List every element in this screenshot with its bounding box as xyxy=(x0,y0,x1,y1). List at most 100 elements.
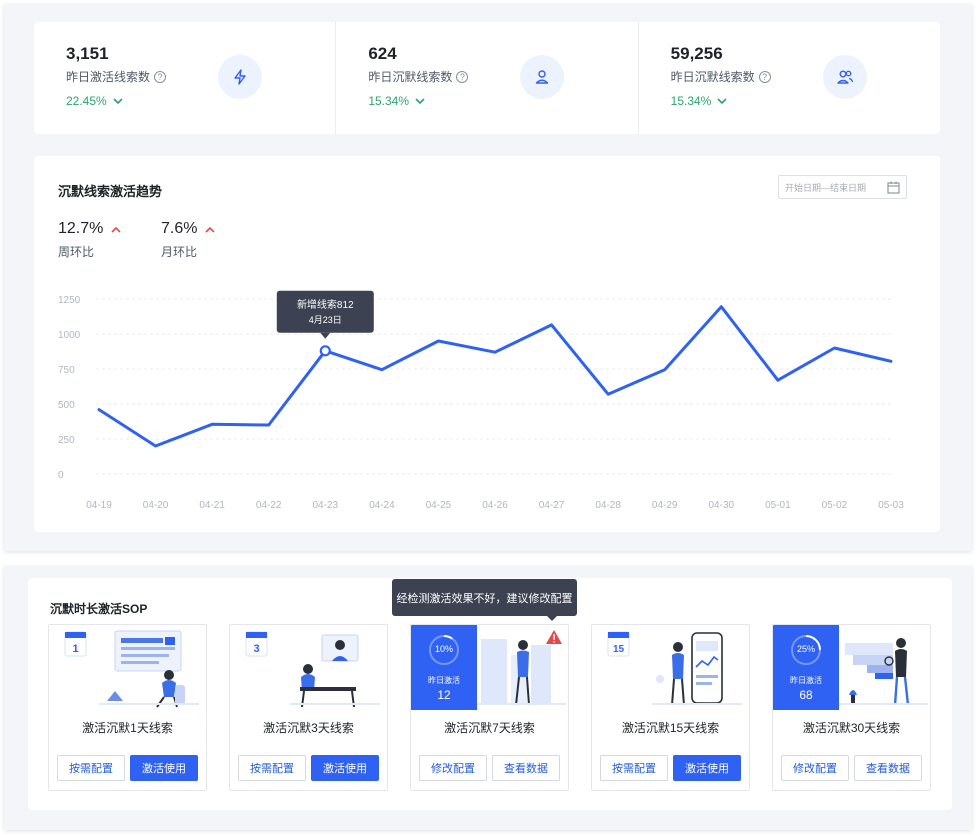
x-tick-label: 04-24 xyxy=(369,500,395,511)
help-icon[interactable]: ? xyxy=(758,70,771,83)
data-point[interactable] xyxy=(548,321,556,329)
stat-change: 22.45% xyxy=(66,94,107,108)
chevron-down-icon xyxy=(717,97,727,104)
data-point[interactable] xyxy=(378,366,386,374)
stat-label: 昨日激活线索数 xyxy=(66,70,151,84)
data-point[interactable] xyxy=(774,376,782,384)
sop-item-name: 激活沉默15天线索 xyxy=(621,721,720,735)
x-tick-label: 04-28 xyxy=(595,500,621,511)
chevron-down-icon xyxy=(415,97,425,104)
x-tick-label: 04-19 xyxy=(86,500,112,511)
progress-percent: 25% xyxy=(796,644,815,654)
sop-item-name: 激活沉默3天线索 xyxy=(263,721,354,735)
stat-value: 59,256 xyxy=(670,44,723,63)
series-line xyxy=(97,305,893,448)
activate-button[interactable]: 激活使用 xyxy=(130,755,198,781)
sop-item-name: 激活沉默1天线索 xyxy=(82,721,173,735)
active-data-point[interactable] xyxy=(319,345,331,357)
x-tick-label: 04-30 xyxy=(708,500,734,511)
view-data-button[interactable]: 查看数据 xyxy=(854,755,922,781)
y-tick-label: 1250 xyxy=(58,295,81,306)
calendar-badge-number: 1 xyxy=(72,643,78,655)
stats-card: 3,151 昨日激活线索数 ? 22.45% 624 昨日沉默线索数 ? 15.… xyxy=(34,22,940,134)
stat-box-label: 昨日激活 xyxy=(790,676,822,685)
sop-illustration: 15 xyxy=(592,625,749,710)
edit-config-button[interactable]: 修改配置 xyxy=(781,755,849,781)
x-tick-label: 04-29 xyxy=(652,500,678,511)
trend-line-chart: 0 250 500 750 1000 1250 04-19 04-20 04-21 04-22 04… xyxy=(58,290,904,511)
data-point[interactable] xyxy=(887,357,895,365)
sop-item-name: 激活沉默7天线索 xyxy=(444,721,535,735)
progress-percent: 10% xyxy=(434,644,453,654)
edit-config-button[interactable]: 修改配置 xyxy=(419,755,487,781)
data-point[interactable] xyxy=(95,406,103,414)
activation-stat-box: 25% 昨日激活 68 xyxy=(773,625,839,710)
x-tick-label: 04-22 xyxy=(256,500,282,511)
x-tick-label: 04-25 xyxy=(426,500,452,511)
x-tick-label: 05-03 xyxy=(878,500,904,511)
activation-stat-box: 10% 昨日激活 12 xyxy=(411,625,477,710)
sop-item-3-day: 3 激活沉默3天线索 按需配置 激活使用 xyxy=(229,624,388,791)
data-point[interactable] xyxy=(152,442,160,450)
x-tick-label: 04-27 xyxy=(539,500,565,511)
sop-item-15-day: 15 激活沉默15天线索 按需配置 激活使用 xyxy=(591,624,750,791)
sop-card: 沉默时长激活SOP 1 激活沉默1天线索 按需配置 激活使用 3 激活沉默3天线… xyxy=(28,578,952,810)
help-icon[interactable]: ? xyxy=(456,70,469,83)
stat-silent-total: 59,256 昨日沉默线索数 ? 15.34% xyxy=(637,22,940,134)
sop-title: 沉默时长激活SOP xyxy=(50,602,148,616)
tooltip-line-1: 新增线索812 xyxy=(297,298,354,311)
sop-item-1-day: 1 激活沉默1天线索 按需配置 激活使用 xyxy=(48,624,207,791)
activate-button[interactable]: 激活使用 xyxy=(311,755,379,781)
dashboard-top-panel: 3,151 昨日激活线索数 ? 22.45% 624 昨日沉默线索数 ? 15.… xyxy=(4,4,972,551)
stat-change: 15.34% xyxy=(670,94,712,108)
configure-button[interactable]: 按需配置 xyxy=(600,755,668,781)
tooltip-line-2: 4月23日 xyxy=(309,315,342,325)
stat-box-label: 昨日激活 xyxy=(428,676,460,685)
stat-silent-yesterday: 624 昨日沉默线索数 ? 15.34% xyxy=(335,22,637,134)
activate-button[interactable]: 激活使用 xyxy=(673,755,741,781)
stat-label: 昨日沉默线索数 xyxy=(670,70,755,84)
x-tick-label: 04-20 xyxy=(143,500,169,511)
bolt-icon xyxy=(218,55,262,99)
stat-box-value: 12 xyxy=(437,688,451,702)
chart-tooltip: 新增线索812 4月23日 xyxy=(276,290,374,339)
y-tick-label: 0 xyxy=(58,470,64,481)
data-point[interactable] xyxy=(491,348,499,356)
sop-item-7-day: 10% 昨日激活 12 激活沉默7天线索 修改配置 查看数据 xyxy=(410,624,569,791)
users-icon xyxy=(822,55,867,99)
calendar-badge-number: 15 xyxy=(613,644,625,655)
y-tick-label: 250 xyxy=(58,435,75,446)
y-tick-label: 1000 xyxy=(58,330,81,341)
stat-activated-yesterday: 3,151 昨日激活线索数 ? 22.45% xyxy=(34,22,335,134)
stat-label: 昨日沉默线索数 xyxy=(368,70,453,84)
sop-item-name: 激活沉默30天线索 xyxy=(802,721,901,735)
sop-illustration: 3 xyxy=(230,625,387,710)
x-tick-label: 05-02 xyxy=(822,500,848,511)
help-icon[interactable]: ? xyxy=(154,70,167,83)
x-tick-label: 04-26 xyxy=(482,500,508,511)
trend-chart-card: 沉默线索激活趋势 开始日期—结束日期 12.7% 周环比 7.6% 月环比 02… xyxy=(34,156,940,532)
stat-value: 624 xyxy=(368,44,397,63)
dashboard-bottom-panel: 沉默时长激活SOP 1 激活沉默1天线索 按需配置 激活使用 3 激活沉默3天线… xyxy=(4,566,972,830)
y-tick-label: 500 xyxy=(58,400,75,411)
configure-button[interactable]: 按需配置 xyxy=(57,755,125,781)
sop-illustration: 1 xyxy=(49,625,206,710)
x-tick-label: 04-23 xyxy=(312,500,338,511)
data-point[interactable] xyxy=(661,366,669,374)
data-point[interactable] xyxy=(830,344,838,352)
sop-warning-tooltip: 经检测激活效果不好，建议修改配置 xyxy=(392,579,577,621)
calendar-badge-number: 3 xyxy=(253,643,259,655)
chevron-down-icon xyxy=(113,97,123,104)
data-point[interactable] xyxy=(208,420,216,428)
data-point[interactable] xyxy=(717,303,725,311)
view-data-button[interactable]: 查看数据 xyxy=(492,755,560,781)
configure-button[interactable]: 按需配置 xyxy=(238,755,306,781)
x-tick-label: 04-21 xyxy=(199,500,225,511)
data-point[interactable] xyxy=(265,421,273,429)
data-point[interactable] xyxy=(434,337,442,345)
stat-box-value: 68 xyxy=(799,688,813,702)
user-icon xyxy=(520,55,565,99)
data-point[interactable] xyxy=(604,390,612,398)
stat-value: 3,151 xyxy=(66,44,109,63)
y-tick-label: 750 xyxy=(58,365,75,376)
